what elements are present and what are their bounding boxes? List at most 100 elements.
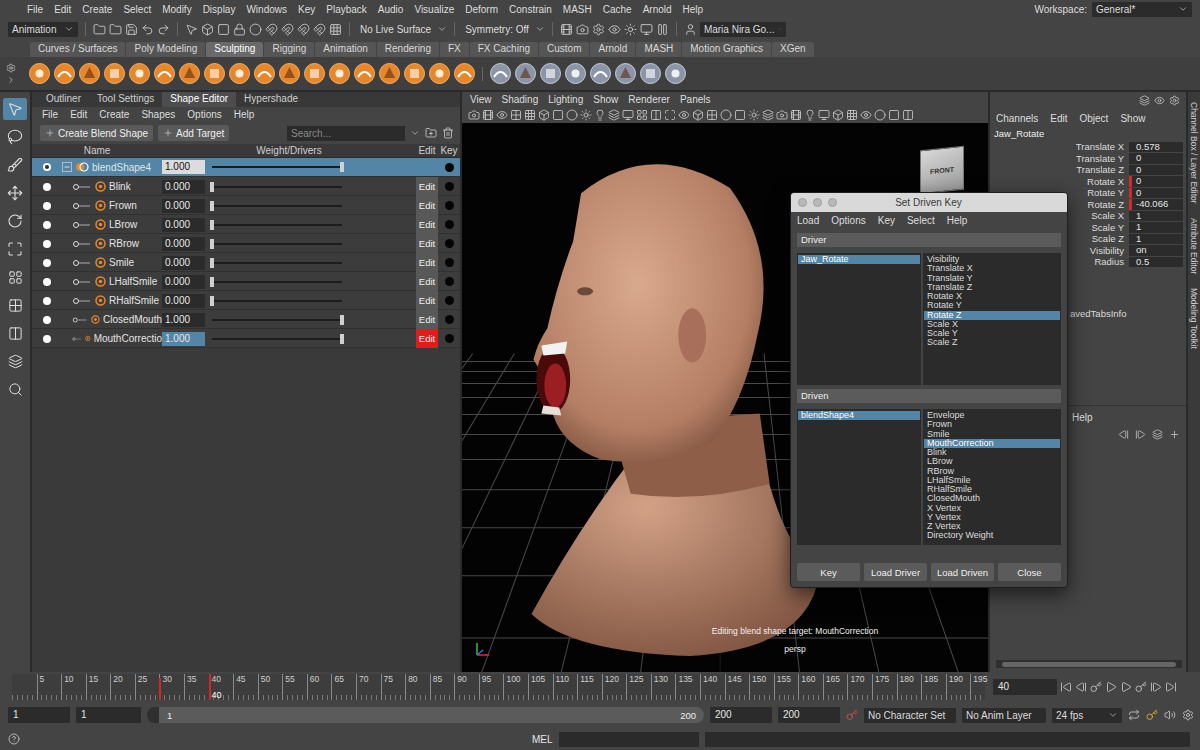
attribute-list[interactable]: EnvelopeFrownSmileMouthCorrectionBlinkLB… (923, 409, 1061, 545)
table-row[interactable]: ClosedMouth1.000Edit (32, 310, 460, 329)
attribute-item[interactable]: X Vertex (924, 504, 1060, 513)
save-scene-icon[interactable] (125, 23, 138, 36)
live-surface[interactable]: No Live Surface (357, 24, 434, 35)
viewport-tool-icon[interactable] (790, 109, 802, 121)
attribute-item[interactable]: Blink (924, 448, 1060, 457)
window-button[interactable]: Key (797, 563, 860, 581)
viewport-tool-icon[interactable] (566, 109, 578, 121)
scale-tool-icon[interactable] (7, 241, 23, 257)
table-row[interactable]: RHalfSmile0.000Edit (32, 291, 460, 310)
side-tab[interactable]: Modeling Toolkit (1189, 288, 1199, 349)
menu-item[interactable]: Display (203, 4, 236, 15)
menu-item[interactable]: Modify (162, 4, 191, 15)
table-row[interactable]: RBrow0.000Edit (32, 234, 460, 253)
select-object-icon[interactable] (201, 23, 214, 36)
key-button[interactable] (445, 239, 454, 248)
object-list[interactable]: Jaw_Rotate (797, 253, 921, 385)
menu-item[interactable]: File (27, 4, 43, 15)
viewport-tool-icon[interactable] (622, 109, 634, 121)
tool-button[interactable] (3, 154, 27, 176)
menu-item[interactable]: Arnold (643, 4, 672, 15)
select-component-icon[interactable] (217, 23, 230, 36)
weight-slider[interactable] (212, 224, 342, 226)
sculpt-tool-icon[interactable] (514, 62, 537, 85)
render-frame-icon[interactable] (560, 23, 573, 36)
attribute-item[interactable]: MouthCorrection (924, 439, 1060, 448)
hypershade-icon[interactable] (608, 23, 621, 36)
viewport-tool-icon[interactable] (762, 109, 774, 121)
search-field[interactable]: Search... (287, 126, 405, 141)
new-layer-icon[interactable] (1152, 429, 1163, 440)
next-key-icon[interactable] (1135, 681, 1147, 693)
menu-item[interactable]: Help (234, 109, 255, 120)
close-button[interactable] (798, 198, 807, 207)
attribute-item[interactable]: Rotate X (924, 292, 1060, 301)
menu-item[interactable]: Lighting (548, 94, 583, 105)
horizontal-scrollbar[interactable] (996, 660, 1182, 668)
sculpt-tool-icon[interactable] (28, 62, 51, 85)
attribute-item[interactable]: Translate Z (924, 283, 1060, 292)
side-tab[interactable]: Attribute Editor (1189, 218, 1199, 274)
arrow-icon[interactable] (6, 75, 16, 85)
object-item[interactable]: Jaw_Rotate (798, 255, 920, 264)
snap-surface-icon[interactable] (329, 23, 342, 36)
end-field[interactable]: 200 (778, 707, 840, 723)
shelf-tab[interactable]: Arnold (590, 42, 635, 57)
menu-item[interactable]: Constrain (509, 4, 552, 15)
edit-button[interactable]: Edit (416, 291, 438, 310)
sculpt-tool-icon[interactable] (78, 62, 101, 85)
minimize-button[interactable] (813, 198, 822, 207)
layout-button[interactable] (3, 350, 27, 372)
viewport-tool-icon[interactable] (650, 109, 662, 121)
shelf-tab[interactable]: Rigging (264, 42, 314, 57)
user-dropdown[interactable]: Maria Nira Go... (700, 22, 786, 37)
edit-button[interactable]: Edit (416, 234, 438, 253)
visibility-toggle[interactable] (43, 221, 51, 229)
chevron-down-icon[interactable] (410, 128, 420, 138)
shelf-tab[interactable]: Curves / Surfaces (30, 42, 125, 57)
shelf-tab[interactable]: Poly Modeling (126, 42, 205, 57)
key-button[interactable] (445, 220, 454, 229)
viewport-tool-icon[interactable] (594, 109, 606, 121)
menu-item[interactable]: Help (947, 215, 968, 226)
weight-field[interactable]: 0.000 (162, 180, 205, 194)
menu-item[interactable]: Panels (680, 94, 711, 105)
weight-field[interactable]: 0.000 (162, 275, 205, 289)
weight-slider[interactable] (212, 319, 342, 321)
rotate-tool-icon[interactable] (7, 213, 23, 229)
step-back-icon[interactable] (1075, 681, 1087, 693)
menu-item[interactable]: Select (907, 215, 935, 226)
chevron-down-icon[interactable] (1178, 4, 1188, 14)
menu-item[interactable]: Help (683, 4, 704, 15)
key-button[interactable] (445, 277, 454, 286)
start-field[interactable]: 1 (8, 707, 70, 723)
symmetry[interactable]: Symmetry: Off (462, 24, 532, 35)
panel-tab[interactable]: Outliner (38, 92, 89, 107)
attribute-row[interactable]: Translate Z0 (990, 164, 1186, 176)
go-to-start-icon[interactable] (1060, 681, 1072, 693)
attribute-value[interactable]: on (1129, 245, 1183, 256)
move-layer-up-icon[interactable] (1118, 429, 1129, 440)
range-end-field[interactable]: 200 (710, 707, 772, 723)
shelf-tab[interactable]: FX (440, 42, 469, 57)
window-button[interactable]: Load Driven (931, 563, 994, 581)
edit-button[interactable]: Edit (416, 196, 438, 215)
shelf-tab[interactable]: Rendering (377, 42, 439, 57)
tool-button[interactable] (3, 238, 27, 260)
chevron-down-icon[interactable] (437, 24, 447, 34)
new-scene-icon[interactable] (93, 23, 106, 36)
visibility-toggle[interactable] (43, 297, 51, 305)
move-tool-icon[interactable] (7, 185, 23, 201)
ipr-icon[interactable] (576, 23, 589, 36)
viewport-tool-icon[interactable] (818, 109, 830, 121)
render-view-icon[interactable] (640, 23, 653, 36)
step-forward-icon[interactable] (1150, 681, 1162, 693)
open-scene-icon[interactable] (109, 23, 122, 36)
weight-slider[interactable] (212, 243, 342, 245)
object-item[interactable]: blendShape4 (798, 411, 920, 420)
lock-selection-icon[interactable] (233, 23, 246, 36)
chevron-down-icon[interactable] (64, 24, 74, 34)
menu-item[interactable]: Key (298, 4, 315, 15)
menu-item[interactable]: Load (797, 215, 819, 226)
attribute-item[interactable]: Rotate Y (924, 301, 1060, 310)
